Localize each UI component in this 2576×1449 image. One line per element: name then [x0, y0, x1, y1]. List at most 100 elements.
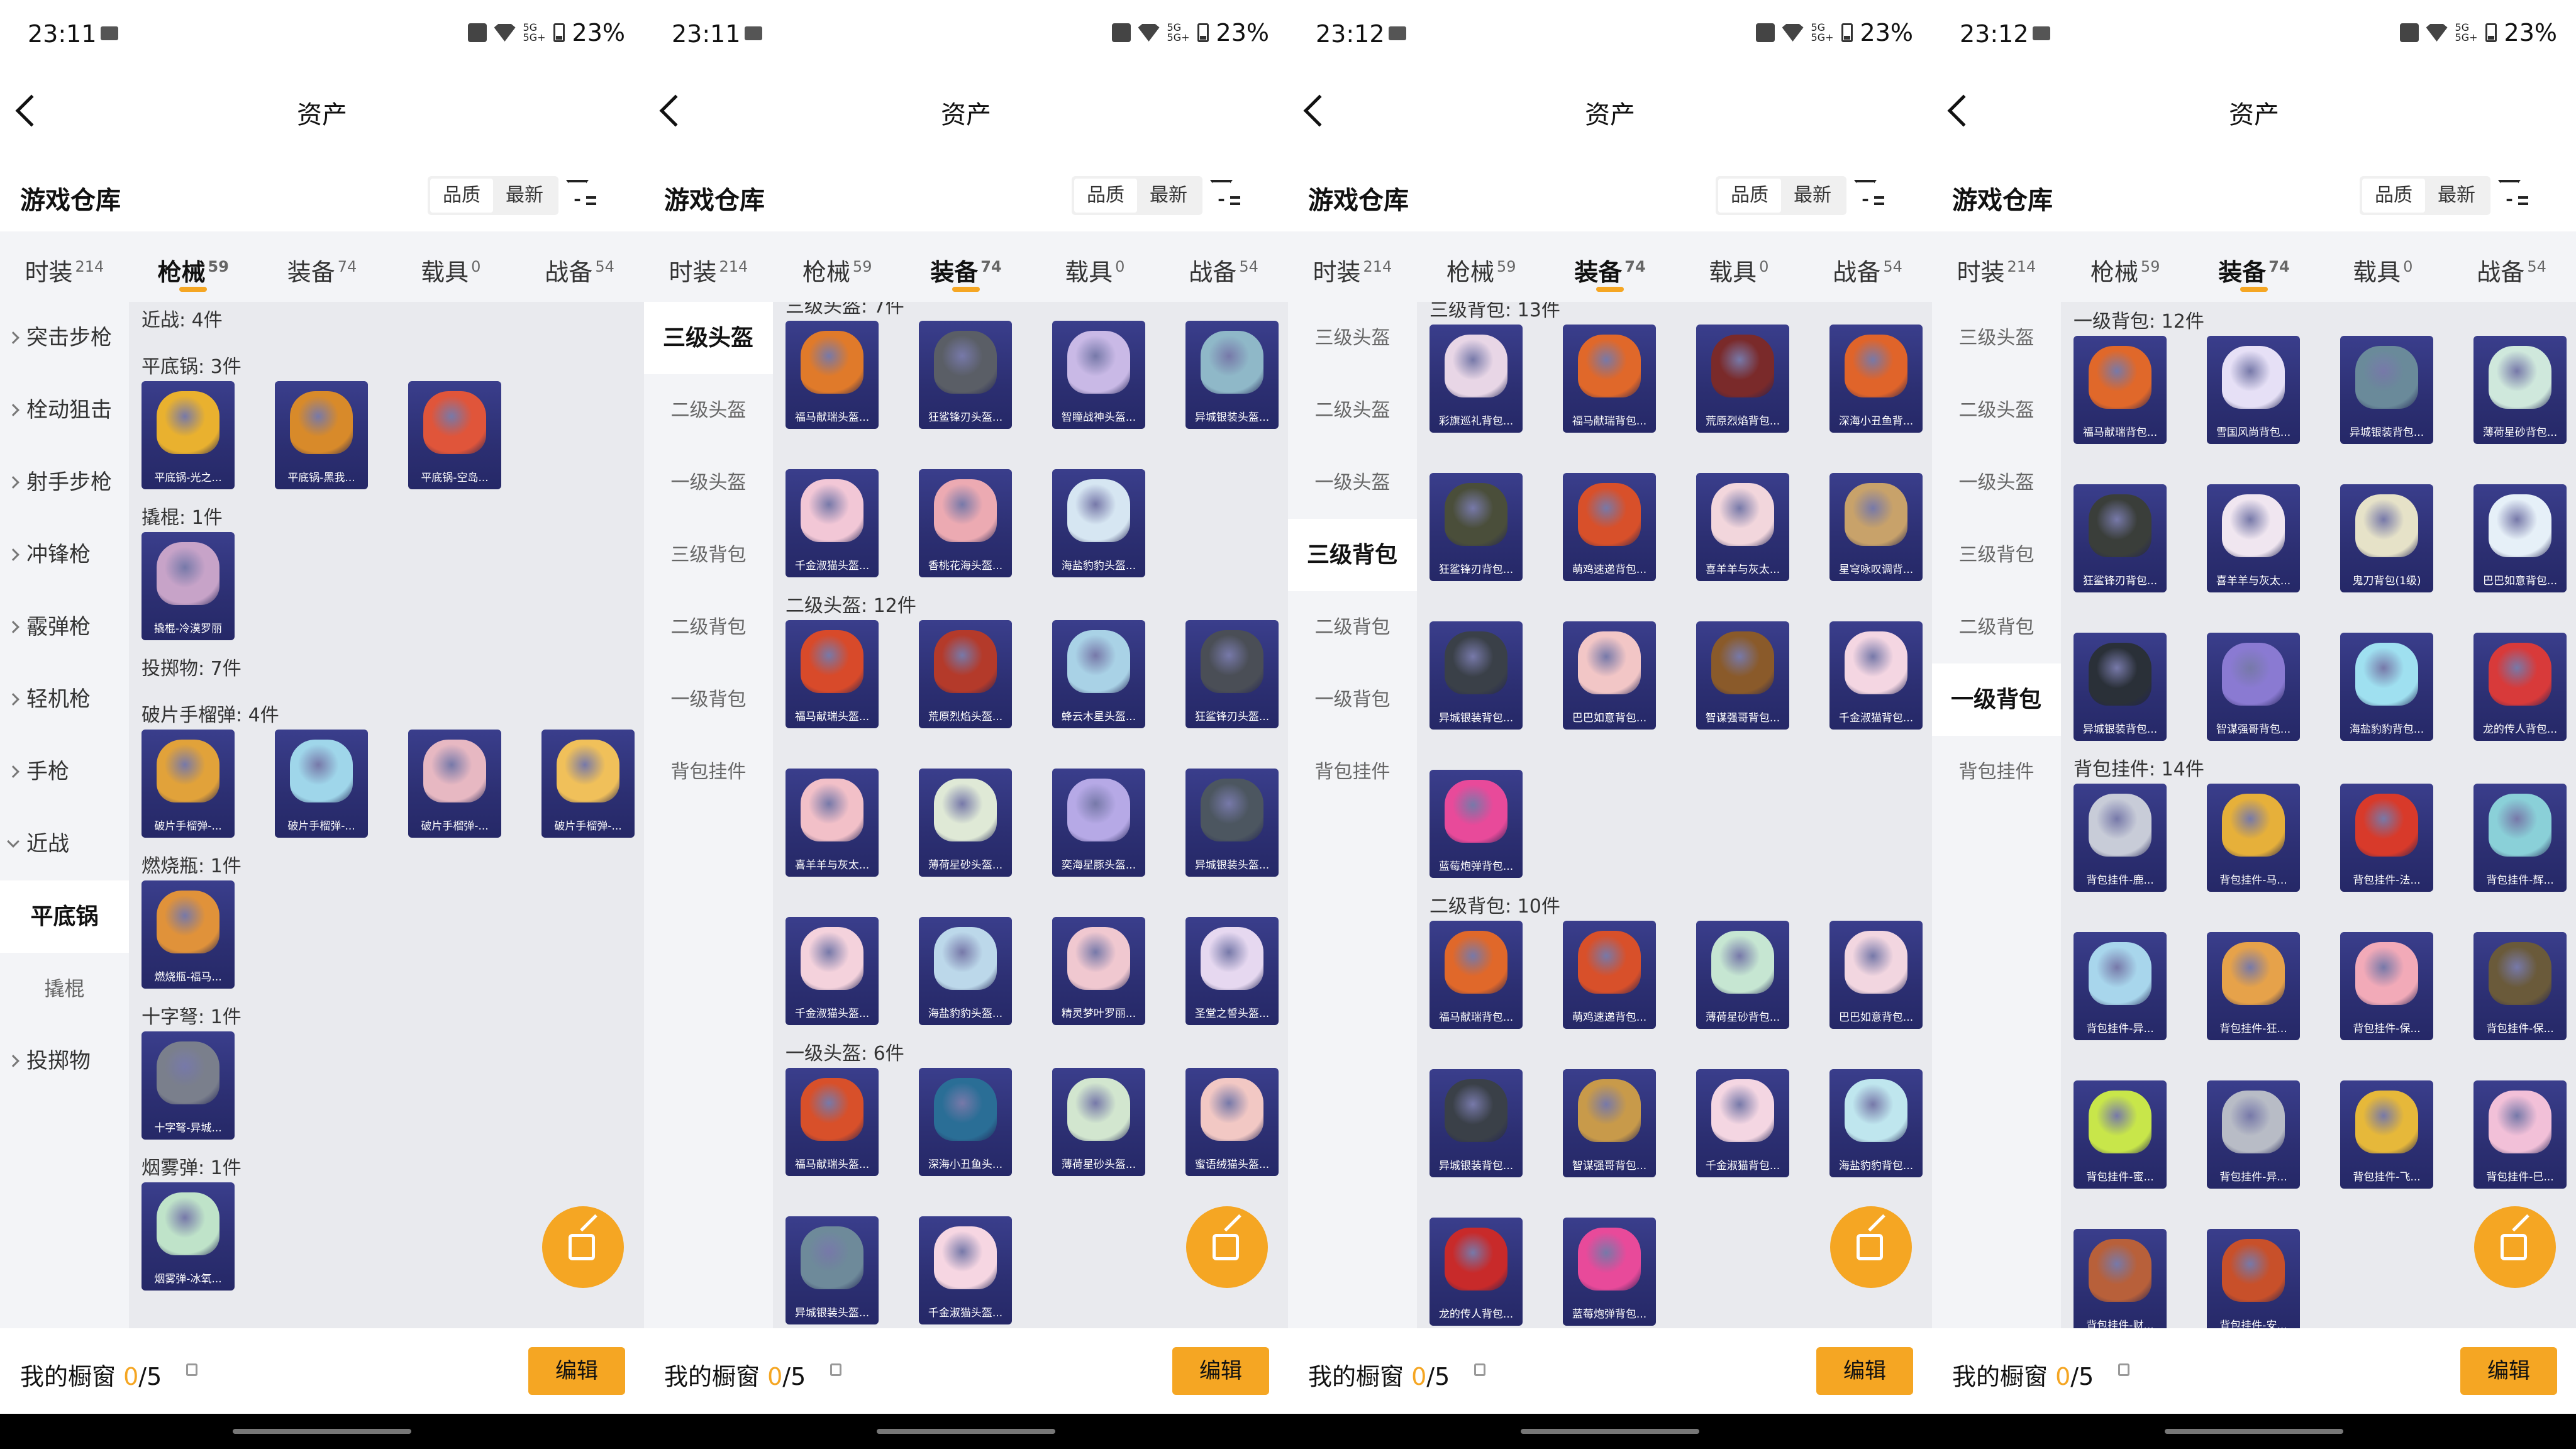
- item-card[interactable]: 异城银装背包...: [2074, 633, 2167, 741]
- sidebar-item-4[interactable]: 二级背包: [1932, 591, 2061, 663]
- item-card[interactable]: 智瞳战神头盔...: [1052, 321, 1145, 429]
- tab-3[interactable]: 载具 0: [386, 231, 515, 302]
- tab-0[interactable]: 时装 214: [1932, 231, 2061, 302]
- filter-icon[interactable]: [1210, 177, 1240, 208]
- sidebar-item-2[interactable]: 一级头盔: [1932, 447, 2061, 519]
- item-card[interactable]: 背包挂件-异...: [2074, 932, 2167, 1040]
- tab-1[interactable]: 枪械 59: [773, 231, 902, 302]
- edit-button[interactable]: 编辑: [1172, 1347, 1269, 1395]
- item-card[interactable]: 平底锅-黑我...: [275, 381, 368, 489]
- sidebar-item-7[interactable]: 近战: [0, 808, 129, 880]
- item-card[interactable]: 智谋强哥背包...: [1696, 621, 1789, 730]
- sidebar-item-6[interactable]: 背包挂件: [1288, 736, 1417, 808]
- filter-icon[interactable]: [1854, 177, 1884, 208]
- sidebar-item-5[interactable]: 一级背包: [644, 663, 773, 736]
- share-button[interactable]: [1186, 1206, 1268, 1288]
- item-card[interactable]: 巴巴如意背包...: [1829, 921, 1923, 1029]
- item-card[interactable]: 薄荷星砂头盔...: [919, 769, 1012, 877]
- item-card[interactable]: 背包挂件-法...: [2340, 784, 2433, 892]
- item-card[interactable]: 异城银装背包...: [1430, 621, 1523, 730]
- filter-icon[interactable]: [2498, 177, 2528, 208]
- tab-1[interactable]: 枪械 59: [1417, 231, 1546, 302]
- item-card[interactable]: 破片手榴弹-...: [541, 730, 635, 838]
- item-card[interactable]: 福马献瑞头盔...: [786, 620, 879, 728]
- item-card[interactable]: 异城银装背包...: [2340, 336, 2433, 444]
- item-card[interactable]: 龙的传人背包...: [1430, 1218, 1523, 1326]
- item-card[interactable]: 福马献瑞背包...: [2074, 336, 2167, 444]
- tab-2[interactable]: 装备 74: [902, 231, 1031, 302]
- item-card[interactable]: 巴巴如意背包...: [1563, 621, 1656, 730]
- item-card[interactable]: 薄荷星砂背包...: [1696, 921, 1789, 1029]
- sidebar-item-9[interactable]: 撬棍: [0, 953, 129, 1025]
- sidebar-item-5[interactable]: 一级背包: [1288, 663, 1417, 736]
- item-card[interactable]: 雪国风尚背包...: [2207, 336, 2300, 444]
- sidebar-item-0[interactable]: 突击步枪: [0, 302, 129, 374]
- item-card[interactable]: 福马献瑞头盔...: [786, 321, 879, 429]
- item-card[interactable]: 萌鸡速递背包...: [1563, 921, 1656, 1029]
- item-card[interactable]: 深海小丑鱼头...: [919, 1068, 1012, 1176]
- tab-2[interactable]: 装备 74: [2190, 231, 2319, 302]
- item-card[interactable]: 智谋强哥背包...: [1563, 1069, 1656, 1177]
- sidebar-item-8[interactable]: 平底锅: [0, 880, 129, 953]
- item-card[interactable]: 萌鸡速递背包...: [1563, 473, 1656, 581]
- item-card[interactable]: 狂鲨锋刃背包...: [1430, 473, 1523, 581]
- sort-latest-button[interactable]: 最新: [2425, 179, 2488, 213]
- edit-button[interactable]: 编辑: [1816, 1347, 1913, 1395]
- share-button[interactable]: [1830, 1206, 1912, 1288]
- filter-icon[interactable]: [566, 177, 596, 208]
- tab-4[interactable]: 战备 54: [2447, 231, 2576, 302]
- sidebar-item-2[interactable]: 射手步枪: [0, 447, 129, 519]
- tab-1[interactable]: 枪械 59: [2061, 231, 2190, 302]
- item-card[interactable]: 破片手榴弹-...: [142, 730, 235, 838]
- tab-0[interactable]: 时装 214: [1288, 231, 1417, 302]
- sidebar-item-2[interactable]: 一级头盔: [644, 447, 773, 519]
- item-card[interactable]: 蓝莓炮弹背包...: [1430, 770, 1523, 878]
- sidebar-item-1[interactable]: 二级头盔: [1932, 374, 2061, 447]
- item-card[interactable]: 千金淑猫头盔...: [919, 1216, 1012, 1324]
- item-card[interactable]: 圣堂之誓头盔...: [1185, 917, 1279, 1025]
- item-card[interactable]: 精灵梦叶罗丽...: [1052, 917, 1145, 1025]
- item-card[interactable]: 背包挂件-辉...: [2473, 784, 2567, 892]
- sidebar-item-1[interactable]: 二级头盔: [644, 374, 773, 447]
- item-card[interactable]: 背包挂件-安...: [2207, 1229, 2300, 1328]
- sidebar-item-1[interactable]: 二级头盔: [1288, 374, 1417, 447]
- item-card[interactable]: 千金淑猫头盔...: [786, 469, 879, 577]
- sidebar-item-4[interactable]: 二级背包: [644, 591, 773, 663]
- item-card[interactable]: 平底锅-空岛...: [408, 381, 501, 489]
- item-card[interactable]: 背包挂件-鹿...: [2074, 784, 2167, 892]
- sidebar-item-3[interactable]: 三级背包: [1288, 519, 1417, 591]
- item-card[interactable]: 奕海星豚头盔...: [1052, 769, 1145, 877]
- item-card[interactable]: 福马献瑞背包...: [1430, 921, 1523, 1029]
- item-card[interactable]: 智谋强哥背包...: [2207, 633, 2300, 741]
- item-card[interactable]: 海盐豹豹背包...: [2340, 633, 2433, 741]
- item-card[interactable]: 福马献瑞背包...: [1563, 325, 1656, 433]
- tab-0[interactable]: 时装 214: [644, 231, 773, 302]
- item-card[interactable]: 喜羊羊与灰太...: [2207, 484, 2300, 592]
- sidebar-item-0[interactable]: 三级头盔: [1288, 302, 1417, 374]
- sort-latest-button[interactable]: 最新: [1781, 179, 1844, 213]
- tab-4[interactable]: 战备 54: [1159, 231, 1288, 302]
- sidebar-item-0[interactable]: 三级头盔: [644, 302, 773, 374]
- item-card[interactable]: 异城银装头盔...: [1185, 321, 1279, 429]
- sort-latest-button[interactable]: 最新: [493, 179, 556, 213]
- sidebar-item-6[interactable]: 背包挂件: [1932, 736, 2061, 808]
- item-card[interactable]: 深海小丑鱼背...: [1829, 325, 1923, 433]
- item-card[interactable]: 巴巴如意背包...: [2473, 484, 2567, 592]
- tab-3[interactable]: 载具 0: [1674, 231, 1803, 302]
- item-card[interactable]: 背包挂件-保...: [2473, 932, 2567, 1040]
- item-card[interactable]: 蜜语绒猫头盔...: [1185, 1068, 1279, 1176]
- item-card[interactable]: 星穹咏叹调背...: [1829, 473, 1923, 581]
- tab-3[interactable]: 载具 0: [1030, 231, 1159, 302]
- item-card[interactable]: 狂鲨锋刃头盔...: [919, 321, 1012, 429]
- item-card[interactable]: 异城银装背包...: [1430, 1069, 1523, 1177]
- tab-4[interactable]: 战备 54: [515, 231, 644, 302]
- sidebar-item-2[interactable]: 一级头盔: [1288, 447, 1417, 519]
- sidebar-item-6[interactable]: 背包挂件: [644, 736, 773, 808]
- sidebar-item-0[interactable]: 三级头盔: [1932, 302, 2061, 374]
- item-card[interactable]: 千金淑猫背包...: [1829, 621, 1923, 730]
- item-card[interactable]: 海盐豹豹头盔...: [919, 917, 1012, 1025]
- sort-quality-button[interactable]: 品质: [430, 179, 493, 213]
- item-card[interactable]: 异城银装头盔...: [1185, 769, 1279, 877]
- item-card[interactable]: 千金淑猫背包...: [1696, 1069, 1789, 1177]
- item-card[interactable]: 破片手榴弹-...: [275, 730, 368, 838]
